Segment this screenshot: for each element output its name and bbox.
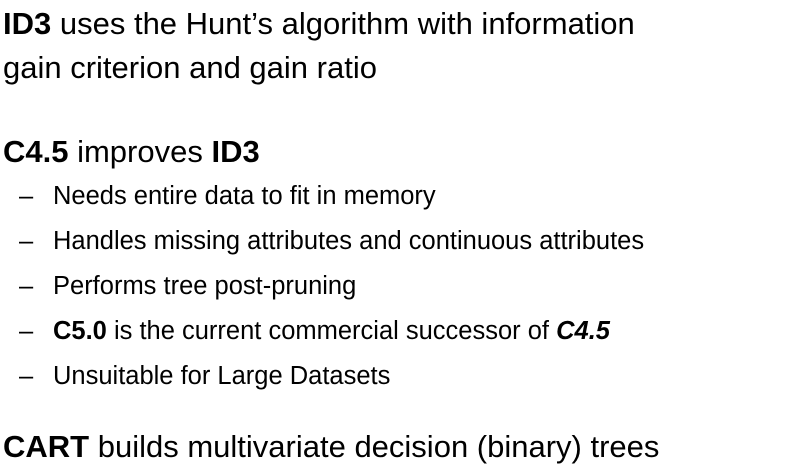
cart-description: builds multivariate decision (binary) tr… (89, 429, 660, 464)
bullet-4: – C5.0 is the current commercial successo… (19, 316, 610, 346)
id3-description-part2: gain criterion and gain ratio (3, 50, 377, 85)
bullet-3: – Performs tree post-pruning (19, 271, 356, 301)
slide: ID3 uses the Hunt’s algorithm with infor… (0, 0, 794, 472)
dash-marker: – (19, 317, 34, 345)
bullet-text: is the current commercial successor of (106, 317, 557, 345)
cart-line: CART builds multivariate decision (binar… (3, 429, 659, 465)
bullet-text: Performs tree post-pruning (53, 272, 357, 300)
bullet-text: Needs entire data to fit in memory (53, 182, 436, 210)
bullet-text: Unsuitable for Large Datasets (53, 362, 391, 390)
id3-line-1: ID3 uses the Hunt’s algorithm with infor… (3, 6, 635, 42)
cart-term: CART (3, 429, 90, 464)
dash-marker: – (19, 227, 34, 255)
bullet-1: – Needs entire data to fit in memory (19, 181, 436, 211)
c45-term: C4.5 (3, 134, 69, 169)
bullet-5: – Unsuitable for Large Datasets (19, 361, 390, 391)
bullet-2: – Handles missing attributes and continuo… (19, 226, 644, 256)
bullet-text: Handles missing attributes and continuou… (53, 227, 645, 255)
id3-description-part1: uses the Hunt’s algorithm with informati… (51, 6, 635, 41)
id3-term: ID3 (3, 6, 52, 41)
dash-marker: – (19, 362, 34, 390)
id3-term-ref: ID3 (211, 134, 260, 169)
dash-marker: – (19, 272, 34, 300)
c45-heading: C4.5 improves ID3 (3, 134, 260, 170)
c45-term-ref: C4.5 (556, 317, 610, 345)
c50-term: C5.0 (53, 317, 107, 345)
id3-line-2: gain criterion and gain ratio (3, 50, 377, 86)
c45-improves-text: improves (68, 134, 212, 169)
dash-marker: – (19, 182, 34, 210)
